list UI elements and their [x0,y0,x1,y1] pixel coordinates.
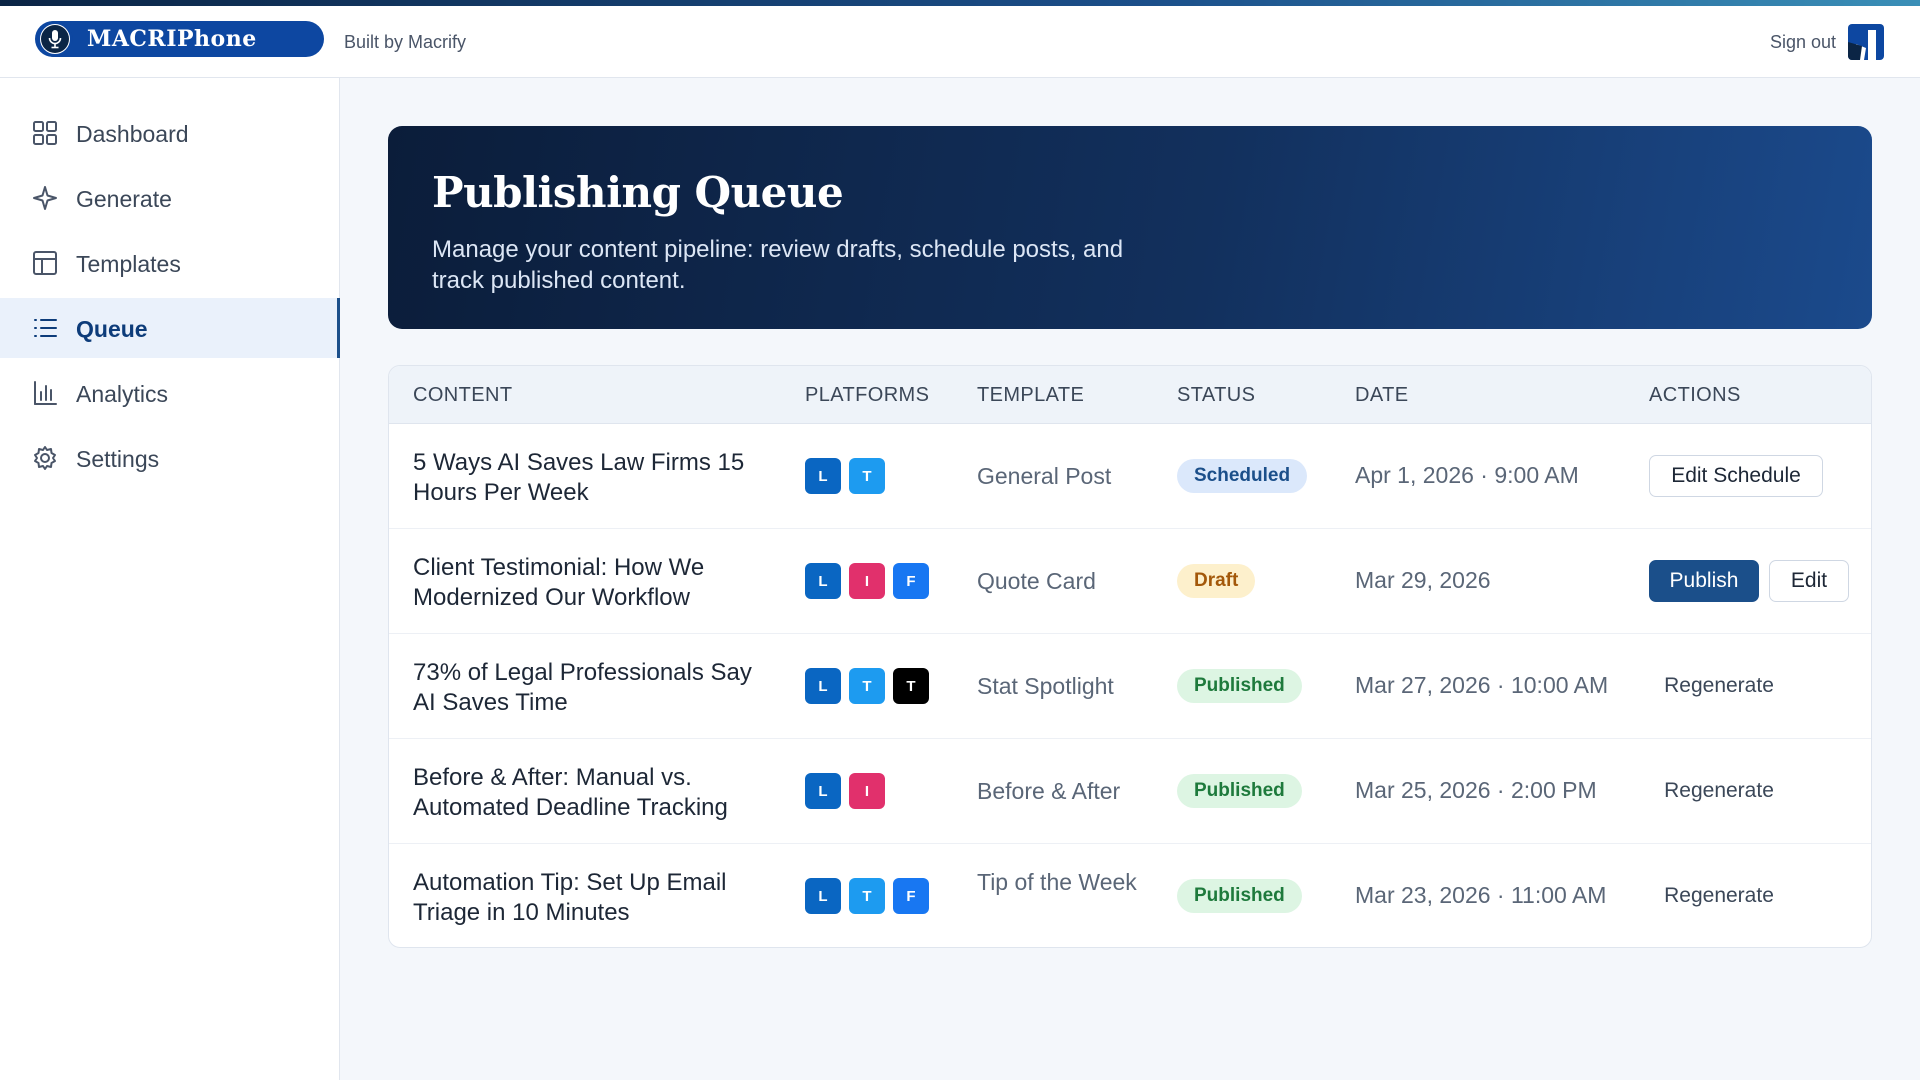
table-row: 5 Ways AI Saves Law Firms 15 Hours Per W… [389,424,1871,529]
content-title[interactable]: 73% of Legal Professionals Say AI Saves … [413,658,753,718]
table-row: Client Testimonial: How We Modernized Ou… [389,529,1871,634]
app-header: MACRIPhone Built by Macrify Sign out [0,6,1920,78]
table-row: Before & After: Manual vs. Automated Dea… [389,739,1871,844]
twitter-badge: T [849,458,885,494]
facebook-badge: F [893,563,929,599]
queue-table: CONTENT PLATFORMS TEMPLATE STATUS DATE A… [388,365,1872,948]
table-row: 73% of Legal Professionals Say AI Saves … [389,634,1871,739]
edit-button[interactable]: Edit [1769,560,1849,602]
app-logo[interactable]: MACRIPhone [35,21,324,57]
twitter-badge: T [849,668,885,704]
template-name: Quote Card [977,568,1096,594]
template-name: General Post [977,463,1112,489]
instagram-badge: I [849,773,885,809]
table-header: CONTENT PLATFORMS TEMPLATE STATUS DATE A… [389,366,1871,424]
sidebar-item-label: Queue [76,316,148,342]
edit-schedule-button[interactable]: Edit Schedule [1649,455,1823,497]
sidebar-item-queue[interactable]: Queue [0,298,340,358]
sidebar-item-dashboard[interactable]: Dashboard [0,103,340,163]
post-date: Mar 23, 2026 · 11:00 AM [1355,882,1607,908]
layout-icon [32,250,58,276]
post-date: Mar 27, 2026 · 10:00 AM [1355,672,1609,698]
content-title[interactable]: Before & After: Manual vs. Automated Dea… [413,763,753,823]
regenerate-button[interactable]: Regenerate [1649,770,1789,812]
content-title[interactable]: Automation Tip: Set Up Email Triage in 1… [413,868,753,928]
platform-list: L T T [805,668,929,704]
list-icon [32,315,58,341]
sidebar-item-label: Settings [76,446,160,472]
post-date: Mar 29, 2026 [1355,567,1491,593]
linkedin-badge: L [805,458,841,494]
sidebar-item-label: Generate [76,186,172,212]
sidebar-item-generate[interactable]: Generate [0,168,340,228]
facebook-badge: F [893,878,929,914]
sidebar-item-label: Templates [76,251,181,277]
status-badge: Published [1177,669,1302,703]
platform-list: L T [805,458,885,494]
column-header-platforms: PLATFORMS [805,384,930,406]
platform-list: L I F [805,563,929,599]
linkedin-badge: L [805,878,841,914]
grid-icon [32,120,58,146]
regenerate-button[interactable]: Regenerate [1649,665,1789,707]
status-badge: Published [1177,879,1302,913]
column-header-content: CONTENT [413,384,513,406]
page-subtitle: Manage your content pipeline: review dra… [432,236,1124,294]
platform-list: L I [805,773,885,809]
linkedin-badge: L [805,668,841,704]
status-badge: Published [1177,774,1302,808]
post-date: Apr 1, 2026 · 9:00 AM [1355,462,1579,488]
sidebar: Dashboard Generate Templates Queue Analy… [0,78,340,1080]
status-badge: Draft [1177,564,1256,598]
sidebar-item-settings[interactable]: Settings [0,428,340,488]
sign-out-link[interactable]: Sign out [1770,32,1836,53]
publish-button[interactable]: Publish [1649,560,1759,602]
table-row: Automation Tip: Set Up Email Triage in 1… [389,844,1871,947]
sidebar-item-label: Dashboard [76,121,189,147]
column-header-actions: ACTIONS [1649,384,1741,406]
gear-icon [32,445,58,471]
microphone-icon [37,21,73,57]
linkedin-badge: L [805,773,841,809]
linkedin-badge: L [805,563,841,599]
sidebar-item-label: Analytics [76,381,169,407]
sparkle-icon [32,185,58,211]
template-name: Before & After [977,778,1121,804]
page-hero: Publishing Queue Manage your content pip… [388,126,1872,329]
content-title[interactable]: 5 Ways AI Saves Law Firms 15 Hours Per W… [413,448,753,508]
instagram-badge: I [849,563,885,599]
content-title[interactable]: Client Testimonial: How We Modernized Ou… [413,553,753,613]
post-date: Mar 25, 2026 · 2:00 PM [1355,777,1597,803]
column-header-date: DATE [1355,384,1409,406]
built-by-label: Built by Macrify [344,32,467,52]
sidebar-item-analytics[interactable]: Analytics [0,363,340,423]
regenerate-button[interactable]: Regenerate [1649,875,1789,917]
x-badge: T [893,668,929,704]
bar-chart-icon [32,380,58,406]
sidebar-item-templates[interactable]: Templates [0,233,340,293]
twitter-badge: T [849,878,885,914]
logo-text: MACRIPhone [87,26,257,52]
platform-list: L T F [805,878,929,914]
template-name: Stat Spotlight [977,673,1114,699]
avatar[interactable] [1848,24,1884,60]
status-badge: Scheduled [1177,459,1308,493]
column-header-template: TEMPLATE [977,384,1085,406]
template-name: Tip of the Week [977,869,1137,895]
column-header-status: STATUS [1177,384,1256,406]
page-title: Publishing Queue [432,168,844,217]
